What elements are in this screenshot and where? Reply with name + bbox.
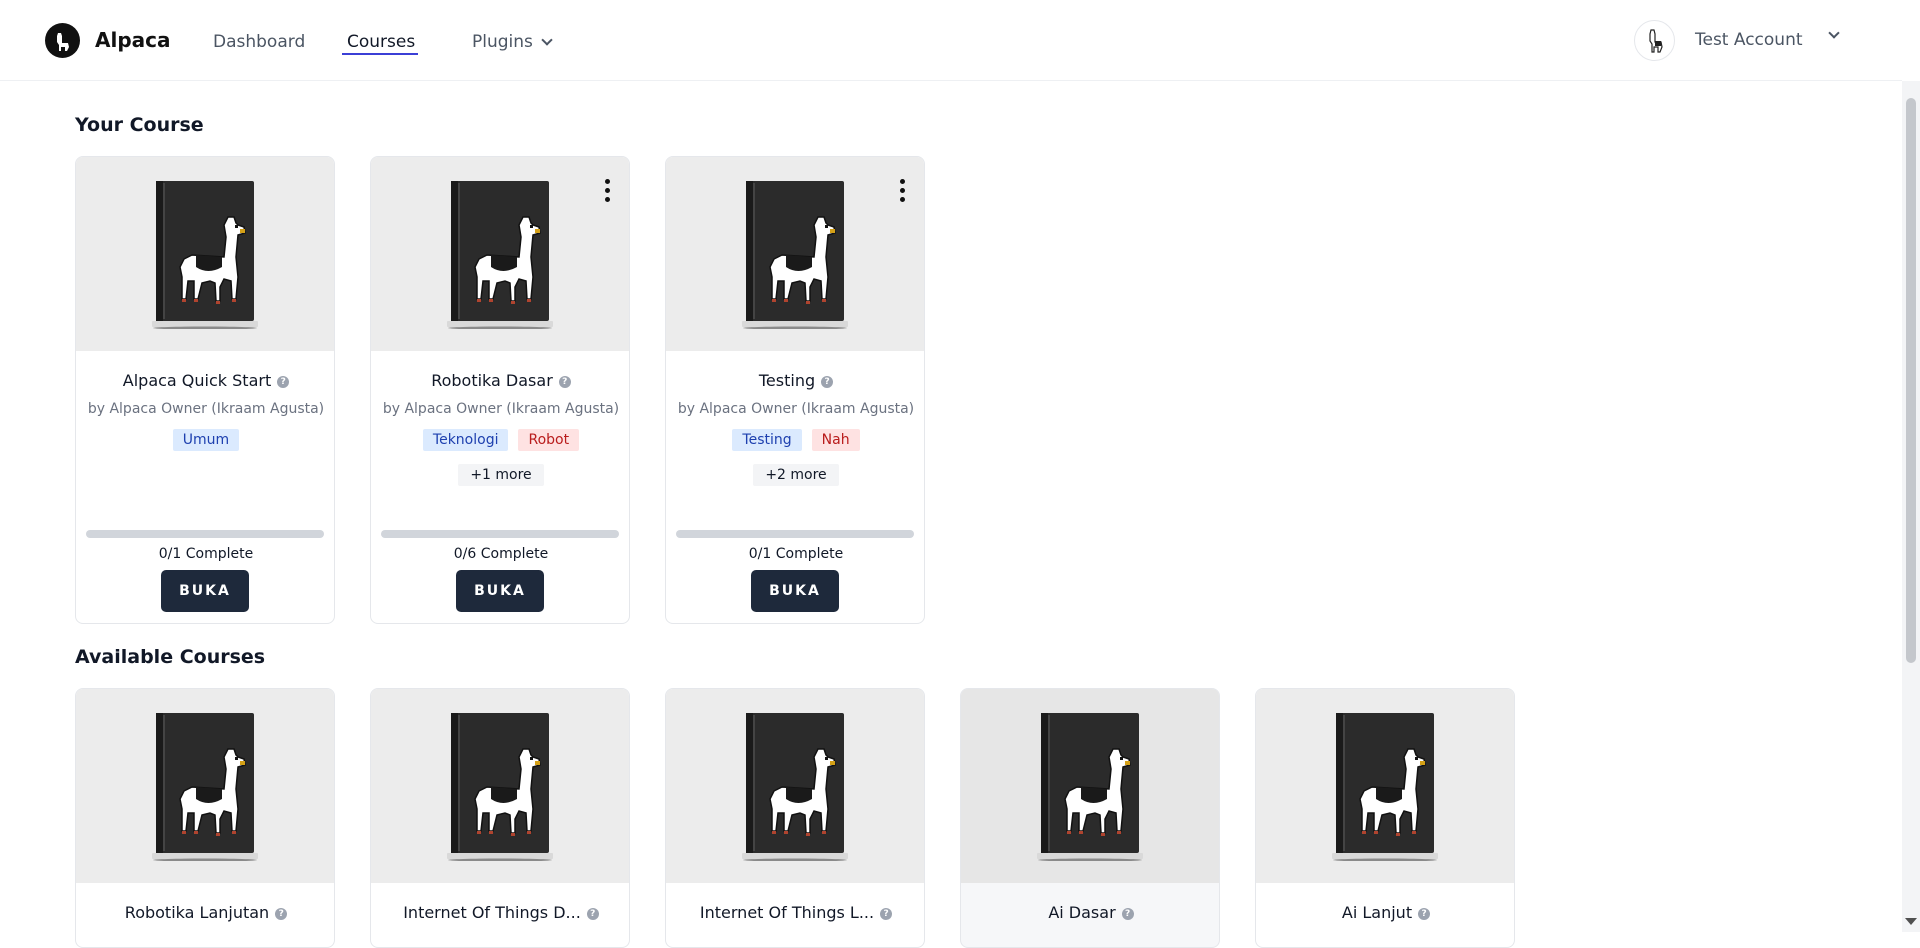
course-progress-bar — [676, 530, 914, 538]
course-author: by Alpaca Owner (Ikraam Agusta) — [87, 401, 325, 417]
nav-courses[interactable]: Courses — [347, 32, 415, 52]
course-cover-icon — [742, 181, 848, 329]
course-cover-icon — [742, 713, 848, 861]
course-cover[interactable] — [371, 689, 629, 883]
course-cover[interactable] — [76, 157, 334, 351]
course-title: Ai Dasar? — [961, 903, 1219, 922]
course-card[interactable]: Robotika Dasar? by Alpaca Owner (Ikraam … — [370, 156, 630, 624]
course-title: Robotika Lanjutan? — [76, 903, 334, 922]
open-course-button[interactable]: BUKA — [161, 570, 249, 612]
course-title: Testing? — [666, 371, 924, 390]
course-cover[interactable] — [666, 157, 924, 351]
section-title-available-courses: Available Courses — [75, 646, 266, 668]
available-course-card[interactable]: Internet Of Things D...? — [370, 688, 630, 948]
more-tags-badge[interactable]: +2 more — [753, 464, 839, 486]
available-course-card[interactable]: Robotika Lanjutan? — [75, 688, 335, 948]
more-vertical-icon[interactable] — [605, 179, 611, 202]
course-title-text: Ai Lanjut — [1341, 903, 1413, 922]
course-progress-bar — [86, 530, 324, 538]
course-author: by Alpaca Owner (Ikraam Agusta) — [382, 401, 620, 417]
help-circle-icon[interactable]: ? — [558, 376, 571, 388]
account-name[interactable]: Test Account — [1695, 30, 1803, 50]
course-tag: Nah — [811, 429, 860, 451]
course-title: Alpaca Quick Start? — [76, 371, 334, 390]
help-circle-icon[interactable]: ? — [277, 376, 290, 388]
active-tab-indicator — [342, 53, 418, 55]
course-cover[interactable] — [961, 689, 1219, 883]
course-title: Robotika Dasar? — [371, 371, 629, 390]
course-cover-icon — [447, 181, 553, 329]
chevron-down-icon — [1828, 27, 1840, 39]
course-complete-count: 0/1 Complete — [158, 546, 254, 562]
course-title-text: Ai Dasar — [1048, 903, 1116, 922]
more-vertical-icon[interactable] — [900, 179, 906, 202]
course-title: Internet Of Things L...? — [666, 903, 924, 922]
more-tags-badge[interactable]: +1 more — [458, 464, 544, 486]
account-menu-toggle[interactable] — [1828, 27, 1840, 39]
section-title-your-course: Your Course — [75, 114, 204, 136]
scroll-down-arrow-icon[interactable] — [1905, 918, 1917, 925]
course-tag: Testing — [732, 429, 802, 451]
course-progress-bar — [381, 530, 619, 538]
course-cover[interactable] — [1256, 689, 1514, 883]
help-circle-icon[interactable]: ? — [586, 908, 599, 920]
scrollbar-thumb[interactable] — [1906, 98, 1916, 663]
course-title-text: Robotika Dasar — [431, 371, 553, 390]
help-circle-icon[interactable]: ? — [1121, 908, 1134, 920]
course-card[interactable]: Alpaca Quick Start? by Alpaca Owner (Ikr… — [75, 156, 335, 624]
course-title: Ai Lanjut? — [1256, 903, 1514, 922]
nav-plugins[interactable]: Plugins — [472, 32, 553, 52]
open-course-button[interactable]: BUKA — [456, 570, 544, 612]
avatar[interactable] — [1634, 20, 1675, 61]
nav-dashboard[interactable]: Dashboard — [213, 32, 305, 52]
course-title-text: Internet Of Things L... — [699, 903, 875, 922]
course-cover-icon — [152, 713, 258, 861]
course-title-text: Internet Of Things D... — [403, 903, 581, 922]
course-tag: Teknologi — [422, 429, 509, 451]
help-circle-icon[interactable]: ? — [821, 376, 834, 388]
course-tag: Umum — [172, 429, 240, 451]
help-circle-icon[interactable]: ? — [275, 908, 288, 920]
course-tags: Teknologi Robot — [371, 429, 629, 451]
app-name[interactable]: Alpaca — [95, 28, 171, 52]
course-tag: Robot — [518, 429, 580, 451]
course-cover[interactable] — [76, 689, 334, 883]
course-title-text: Alpaca Quick Start — [122, 371, 272, 390]
course-cover-icon — [1332, 713, 1438, 861]
course-cover-icon — [1037, 713, 1143, 861]
course-cover-icon — [447, 713, 553, 861]
open-course-button[interactable]: BUKA — [751, 570, 839, 612]
course-author: by Alpaca Owner (Ikraam Agusta) — [677, 401, 915, 417]
course-complete-count: 0/1 Complete — [748, 546, 844, 562]
top-navbar: Alpaca Dashboard Courses Plugins Test Ac… — [0, 0, 1902, 81]
course-complete-count: 0/6 Complete — [453, 546, 549, 562]
help-circle-icon[interactable]: ? — [880, 908, 893, 920]
course-title-text: Testing — [758, 371, 816, 390]
course-cover[interactable] — [371, 157, 629, 351]
course-card[interactable]: Testing? by Alpaca Owner (Ikraam Agusta)… — [665, 156, 925, 624]
available-course-card[interactable]: Internet Of Things L...? — [665, 688, 925, 948]
nav-plugins-label: Plugins — [472, 32, 533, 52]
course-cover-icon — [152, 181, 258, 329]
course-title: Internet Of Things D...? — [371, 903, 629, 922]
course-title-text: Robotika Lanjutan — [124, 903, 270, 922]
available-course-card[interactable]: Ai Lanjut? — [1255, 688, 1515, 948]
course-tags: Testing Nah — [666, 429, 924, 451]
help-circle-icon[interactable]: ? — [1418, 908, 1431, 920]
course-cover[interactable] — [666, 689, 924, 883]
available-course-card[interactable]: Ai Dasar? — [960, 688, 1220, 948]
chevron-down-icon — [541, 33, 553, 46]
course-tags: Umum — [76, 429, 334, 451]
alpaca-logo-icon[interactable] — [45, 23, 80, 58]
